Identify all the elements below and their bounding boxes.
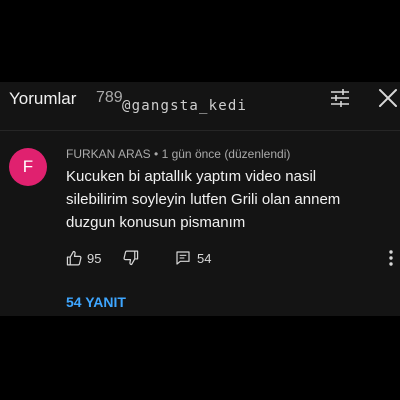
reply-count: 54 [197,250,212,266]
comments-title: Yorumlar [9,89,77,108]
more-vertical-icon [389,250,393,266]
reply-icon [176,251,190,265]
comments-panel: Yorumlar 789 @gangsta_kedi F FURKAN ARAS… [0,82,400,316]
thumbs-down-icon [123,250,139,266]
reply-button[interactable]: 54 [175,249,211,267]
like-button[interactable]: 95 [66,249,101,267]
sort-sliders-icon [331,89,349,107]
meta-separator: • [154,147,159,161]
comment-text: Kucuken bi aptallık yaptım video nasil s… [66,168,341,231]
comment-edited-label: (düzenlendi) [224,147,291,161]
close-button[interactable] [376,86,400,110]
more-actions-button[interactable] [386,248,396,268]
sort-button[interactable] [328,86,352,110]
avatar[interactable]: F [9,148,47,186]
comments-count: 789 [96,89,123,106]
comment-meta: FURKAN ARAS • 1 gün önce (düzenlendi) [66,147,290,161]
watermark-text: @gangsta_kedi [122,98,248,114]
header-divider [0,130,400,131]
comment-time: 1 gün önce [161,147,221,161]
view-replies-link[interactable]: 54 YANIT [66,294,126,310]
comments-header: Yorumlar 789 @gangsta_kedi [0,82,400,122]
like-count: 95 [87,250,102,266]
comment-author[interactable]: FURKAN ARAS [66,147,151,161]
thumbs-up-icon [66,250,82,265]
close-icon [379,89,397,107]
dislike-button[interactable] [122,249,140,267]
